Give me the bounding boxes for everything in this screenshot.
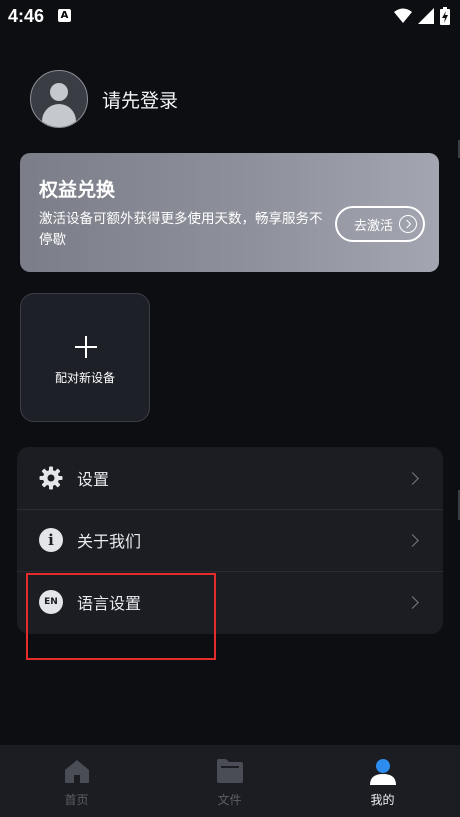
menu-item-settings[interactable]: 设置 [17, 447, 443, 509]
nav-item-files[interactable]: 文件 [153, 745, 306, 817]
signal-icon [418, 8, 434, 24]
folder-icon [216, 759, 243, 783]
nav-label-home: 首页 [64, 793, 89, 807]
nav-item-mine[interactable]: 我的 [306, 745, 459, 817]
home-icon [64, 760, 89, 783]
info-icon: i [39, 528, 63, 552]
login-prompt[interactable]: 请先登录 [102, 86, 178, 113]
status-icons [394, 7, 450, 25]
rights-redemption-card: 权益兑换 激活设备可额外获得更多使用天数，畅享服务不停歇 去激活 [20, 153, 439, 272]
activate-button[interactable]: 去激活 [335, 206, 425, 242]
bottom-nav: 首页 文件 我的 [0, 745, 460, 817]
chevron-right-icon [406, 471, 419, 485]
pair-new-device-button[interactable]: 配对新设备 [20, 293, 150, 422]
notification-a-icon: A [58, 9, 71, 22]
nav-label-files: 文件 [217, 793, 242, 807]
nav-item-home[interactable]: 首页 [0, 745, 153, 817]
person-icon [369, 759, 396, 785]
highlight-annotation-box [26, 573, 216, 660]
wifi-icon [394, 8, 412, 23]
menu-label-settings: 设置 [77, 470, 110, 489]
menu-label-about: 关于我们 [77, 532, 142, 551]
profile-login[interactable]: 请先登录 [30, 70, 178, 128]
rights-description: 激活设备可额外获得更多使用天数，畅享服务不停歇 [39, 211, 323, 248]
status-bar: 4:46 A [0, 0, 460, 34]
avatar-head [50, 83, 68, 101]
avatar[interactable] [30, 70, 88, 128]
chevron-right-circle-icon [399, 215, 417, 233]
nav-label-mine: 我的 [370, 793, 395, 807]
menu-item-about-us[interactable]: i 关于我们 [17, 509, 443, 571]
activate-label: 去激活 [353, 218, 393, 234]
chevron-right-icon [406, 595, 419, 609]
battery-icon [440, 7, 450, 25]
status-time: 4:46 [8, 6, 45, 26]
rights-title: 权益兑换 [39, 179, 116, 201]
pair-device-label: 配对新设备 [54, 371, 115, 385]
plus-icon [75, 336, 97, 358]
avatar-body [42, 104, 76, 127]
gear-icon [39, 466, 63, 490]
chevron-right-icon [406, 533, 419, 547]
